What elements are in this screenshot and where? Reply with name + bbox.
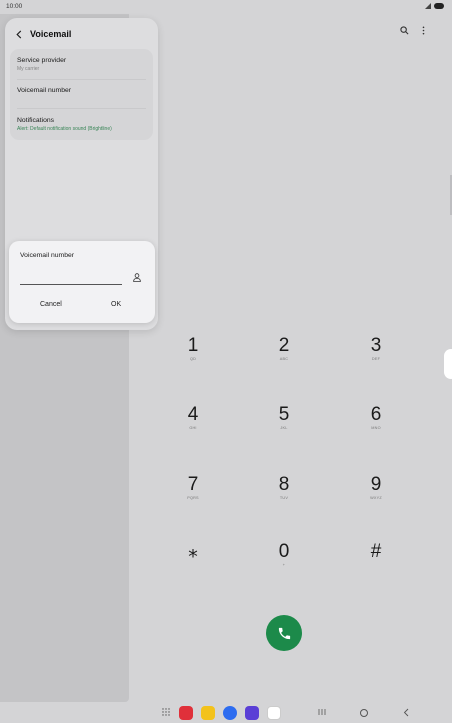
key-digit: ⁎: [188, 541, 198, 562]
search-icon[interactable]: [400, 26, 409, 35]
more-options-icon[interactable]: [419, 26, 428, 35]
key-digit: 8: [278, 474, 290, 495]
dialpad-key-0[interactable]: 0 +: [254, 542, 314, 592]
apps-grid-icon[interactable]: [162, 708, 170, 716]
setting-title: Voicemail number: [17, 87, 72, 94]
status-time: 10:00: [6, 3, 23, 10]
dock-app-purple[interactable]: [245, 706, 259, 720]
key-digit: 3: [370, 335, 382, 356]
dialpad-key-1[interactable]: 1 QD: [163, 336, 223, 386]
key-letters: TUV: [279, 496, 289, 500]
contact-icon[interactable]: [133, 273, 141, 282]
key-letters: ABC: [279, 357, 289, 361]
edge-panel-handle[interactable]: [444, 349, 452, 379]
ok-button[interactable]: OK: [111, 301, 121, 308]
back-arrow-icon[interactable]: [15, 29, 23, 39]
key-letters: MNO: [371, 426, 381, 430]
setting-notifications[interactable]: Notifications Alert: Default notificatio…: [17, 117, 112, 132]
nav-back-icon[interactable]: [403, 708, 409, 717]
key-digit: 2: [278, 335, 290, 356]
key-letters: DEF: [371, 357, 381, 361]
key-letters: WXYZ: [370, 496, 382, 500]
key-digit: 7: [187, 474, 199, 495]
setting-service-provider[interactable]: Service provider My carrier: [17, 57, 66, 72]
dialpad-key-hash[interactable]: #: [346, 542, 406, 592]
key-digit: 6: [370, 404, 382, 425]
dock-app-red[interactable]: [179, 706, 193, 720]
cancel-button[interactable]: Cancel: [40, 301, 62, 308]
signal-icon: [425, 3, 431, 9]
setting-subtitle: Alert: Default notification sound (Brigh…: [17, 125, 112, 132]
key-letters: JKL: [280, 426, 288, 430]
voicemail-number-input[interactable]: [20, 267, 122, 285]
home-icon[interactable]: [360, 709, 368, 717]
key-digit: 9: [370, 474, 382, 495]
key-digit: 4: [187, 404, 199, 425]
status-icons: [425, 3, 444, 9]
dock-app-blue[interactable]: [223, 706, 237, 720]
dialpad-key-3[interactable]: 3 DEF: [346, 336, 406, 386]
setting-title: Notifications: [17, 117, 55, 124]
dialpad-key-8[interactable]: 8 TUV: [254, 475, 314, 525]
divider: [17, 79, 146, 80]
voicemail-header: Voicemail: [15, 29, 71, 39]
dialpad-key-4[interactable]: 4 GHI: [163, 405, 223, 455]
top-actions: [400, 26, 428, 35]
dialpad-key-2[interactable]: 2 ABC: [254, 336, 314, 386]
setting-voicemail-number[interactable]: Voicemail number: [17, 87, 71, 94]
voicemail-number-dialog: Voicemail number Cancel OK: [9, 241, 155, 323]
key-letters: QD: [189, 357, 197, 361]
key-digit: 0: [278, 541, 290, 562]
divider: [17, 108, 146, 109]
call-button[interactable]: [266, 615, 302, 651]
battery-icon: [434, 3, 444, 9]
navigation-bar: [0, 702, 452, 723]
key-letters: GHI: [189, 426, 197, 430]
key-digit: 1: [187, 335, 199, 356]
key-digit: #: [370, 541, 382, 562]
setting-subtitle: My carrier: [17, 65, 40, 72]
dialog-title: Voicemail number: [20, 252, 75, 259]
phone-icon: [278, 627, 290, 639]
dialpad-key-5[interactable]: 5 JKL: [254, 405, 314, 455]
setting-title: Service provider: [17, 57, 67, 64]
status-bar: 10:00: [0, 0, 452, 14]
dock-app-camera[interactable]: [267, 706, 281, 720]
dialpad-key-6[interactable]: 6 MNO: [346, 405, 406, 455]
dialpad-key-star[interactable]: ⁎: [163, 542, 223, 592]
recent-apps-icon[interactable]: [318, 708, 326, 716]
dialpad-key-7[interactable]: 7 PQRS: [163, 475, 223, 525]
page-title: Voicemail: [30, 29, 72, 39]
voicemail-settings-card: Service provider My carrier Voicemail nu…: [10, 49, 153, 140]
key-digit: 5: [278, 404, 290, 425]
dialpad-key-9[interactable]: 9 WXYZ: [346, 475, 406, 525]
dock-app-yellow[interactable]: [201, 706, 215, 720]
key-letters: PQRS: [187, 496, 199, 500]
key-letters: +: [282, 563, 286, 567]
